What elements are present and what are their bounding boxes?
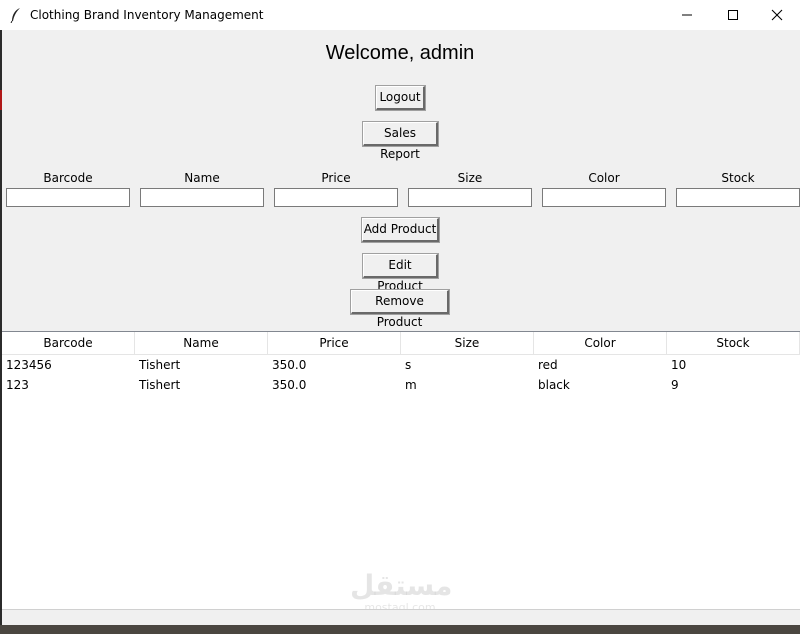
cell-price: 350.0	[272, 378, 307, 392]
cell-size: m	[405, 378, 417, 392]
barcode-input[interactable]	[6, 188, 130, 207]
welcome-heading: Welcome, admin	[325, 42, 475, 64]
cell-size: s	[405, 358, 412, 372]
cell-stock: 10	[671, 358, 687, 372]
column-header-stock[interactable]: Stock	[667, 332, 800, 354]
column-header-barcode[interactable]: Barcode	[2, 332, 135, 354]
column-header-name[interactable]: Name	[135, 332, 268, 354]
logout-button[interactable]: Logout	[375, 85, 426, 111]
name-label: Name	[184, 171, 220, 185]
stock-label: Stock	[721, 171, 755, 185]
color-label: Color	[588, 171, 620, 185]
sales-report-button[interactable]: Sales Report	[362, 121, 439, 161]
price-label: Price	[321, 171, 351, 185]
price-input[interactable]	[274, 188, 398, 207]
color-input[interactable]	[542, 188, 666, 207]
cell-barcode: 123456	[6, 358, 52, 372]
cell-name: Tishert	[139, 358, 181, 372]
title-bar[interactable]: Clothing Brand Inventory Management	[0, 0, 800, 30]
barcode-label: Barcode	[43, 171, 93, 185]
cell-name: Tishert	[139, 378, 181, 392]
column-header-size[interactable]: Size	[401, 332, 534, 354]
minimize-button[interactable]	[664, 0, 710, 30]
edit-product-button[interactable]: Edit Product	[362, 253, 439, 293]
watermark: مستقل mostaql.com	[350, 569, 453, 614]
stock-input[interactable]	[676, 188, 800, 207]
cell-color: black	[538, 378, 570, 392]
cell-price: 350.0	[272, 358, 307, 372]
close-icon	[771, 9, 783, 21]
maximize-button[interactable]	[710, 0, 756, 30]
cell-stock: 9	[671, 378, 679, 392]
add-product-button[interactable]: Add Product	[361, 217, 440, 243]
name-input[interactable]	[140, 188, 264, 207]
desktop-background-strip	[0, 625, 800, 634]
cell-color: red	[538, 358, 558, 372]
size-input[interactable]	[408, 188, 532, 207]
horizontal-scrollbar[interactable]	[2, 609, 800, 626]
column-header-color[interactable]: Color	[534, 332, 667, 354]
watermark-arabic: مستقل	[350, 569, 453, 602]
size-label: Size	[457, 171, 483, 185]
feather-icon	[9, 7, 23, 24]
close-button[interactable]	[754, 0, 800, 30]
column-header-price[interactable]: Price	[268, 332, 401, 354]
maximize-icon	[728, 10, 738, 20]
minimize-icon	[682, 14, 692, 16]
window-title: Clothing Brand Inventory Management	[30, 8, 264, 22]
remove-product-button[interactable]: Remove Product	[350, 289, 450, 329]
cell-barcode: 123	[6, 378, 29, 392]
